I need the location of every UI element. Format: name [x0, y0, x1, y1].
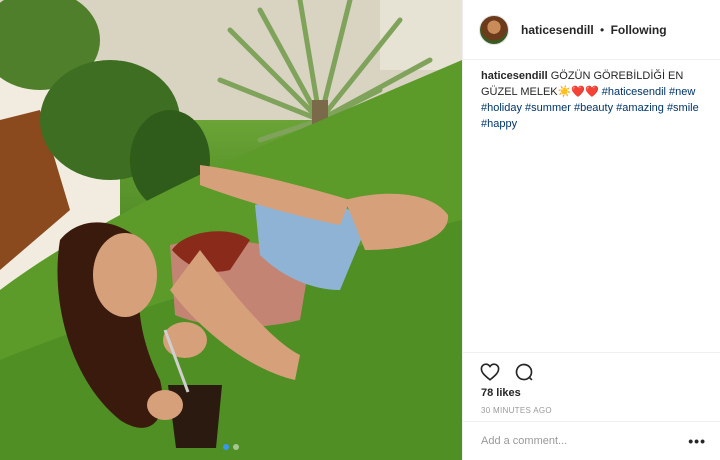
header-separator: •: [600, 22, 605, 37]
post-photo[interactable]: [0, 0, 462, 460]
carousel-dot: [223, 444, 229, 450]
carousel-dot: [233, 444, 239, 450]
header-text: haticesendill • Following: [521, 23, 667, 37]
hashtag[interactable]: #smile: [667, 102, 699, 114]
hashtag[interactable]: #summer: [525, 102, 571, 114]
comment-form: •••: [463, 421, 720, 460]
hashtag[interactable]: #holiday: [481, 102, 522, 114]
header-username[interactable]: haticesendill: [521, 23, 594, 37]
avatar[interactable]: [479, 14, 509, 45]
more-options-icon[interactable]: •••: [688, 433, 706, 449]
following-button[interactable]: Following: [611, 23, 667, 37]
hashtag[interactable]: #happy: [481, 118, 517, 130]
hashtag[interactable]: #beauty: [574, 102, 613, 114]
post-side-panel: haticesendill • Following haticesendill …: [462, 0, 720, 460]
hashtag[interactable]: #haticesendil: [602, 86, 666, 98]
hashtag[interactable]: #amazing: [616, 102, 664, 114]
comment-button[interactable]: [513, 361, 535, 383]
caption: haticesendill GÖZÜN GÖREBİLDİĞİ EN GÜZEL…: [463, 60, 720, 350]
action-bar: [463, 352, 720, 388]
heart-outline-icon: [480, 363, 500, 381]
post-timestamp: 30 MINUTES AGO: [481, 406, 552, 415]
likes-count[interactable]: 78 likes: [481, 387, 521, 399]
photo-illustration: [0, 0, 462, 460]
caption-username[interactable]: haticesendill: [481, 70, 548, 82]
hashtag[interactable]: #new: [669, 86, 695, 98]
like-button[interactable]: [479, 361, 501, 383]
comment-bubble-icon: [515, 363, 533, 381]
post-header: haticesendill • Following: [463, 0, 720, 60]
comment-input[interactable]: [481, 435, 689, 447]
carousel-indicator: [223, 444, 239, 450]
